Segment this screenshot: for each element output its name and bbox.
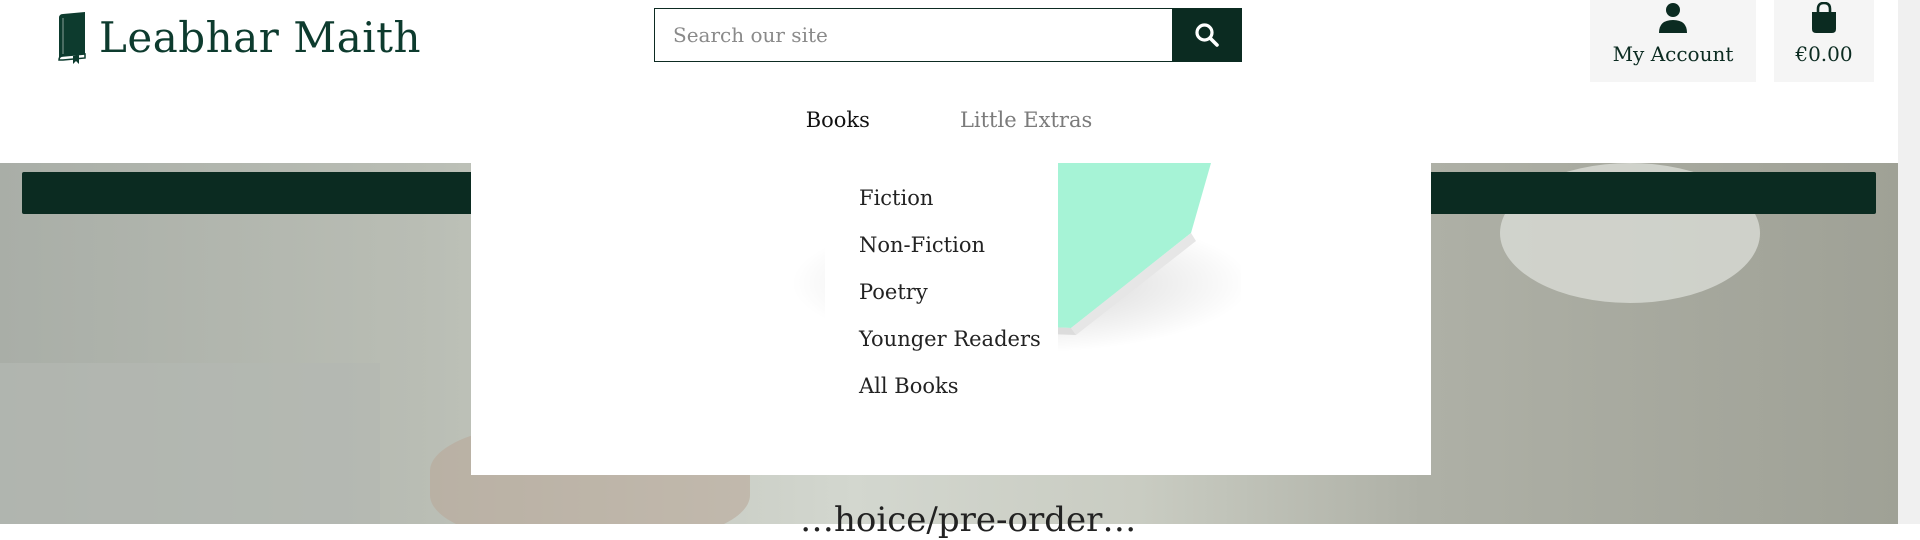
search-icon [1195,23,1219,47]
shopping-bag-icon [1812,2,1836,33]
search-bar [654,8,1242,62]
user-icon [1659,3,1687,33]
dropdown-item-non-fiction[interactable]: Non-Fiction [859,222,1058,269]
site-logo[interactable]: Leabhar Maith [55,10,421,64]
main-nav: Books Little Extras [0,108,1898,132]
my-account-label: My Account [1612,42,1734,66]
nav-item-books[interactable]: Books [761,108,915,132]
cart-button[interactable]: €0.00 [1774,0,1874,82]
cart-total: €0.00 [1795,42,1853,66]
nav-item-little-extras[interactable]: Little Extras [915,108,1137,132]
hero-decor [0,363,380,524]
books-dropdown-menu: Fiction Non-Fiction Poetry Younger Reade… [825,163,1058,398]
hero-caption: …hoice/pre-order… [800,500,1137,540]
search-button[interactable] [1172,8,1242,62]
book-logo-icon [58,12,86,64]
my-account-button[interactable]: My Account [1590,0,1756,82]
dropdown-item-all-books[interactable]: All Books [859,363,1058,410]
search-input[interactable] [654,8,1172,62]
page-scrollbar[interactable] [1898,0,1920,524]
brand-name: Leabhar Maith [99,12,422,62]
dropdown-item-younger-readers[interactable]: Younger Readers [859,316,1058,363]
dropdown-item-fiction[interactable]: Fiction [859,175,1058,222]
dropdown-item-poetry[interactable]: Poetry [859,269,1058,316]
